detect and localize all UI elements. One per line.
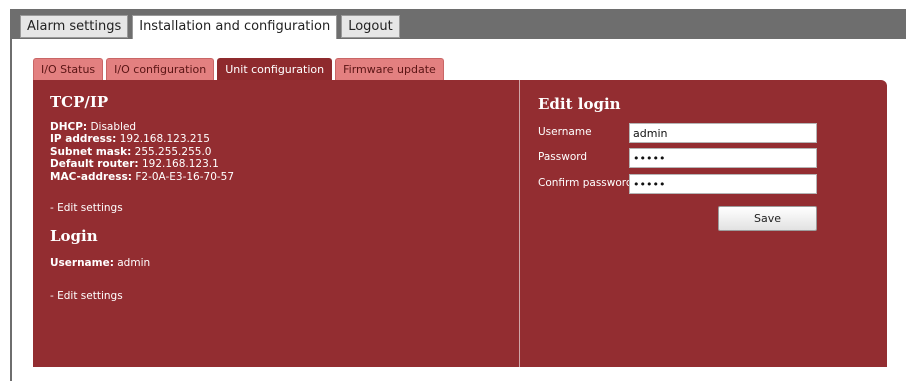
login-info: Username: admin bbox=[50, 257, 510, 269]
login-username-row: Username: admin bbox=[50, 257, 510, 269]
panel-divider bbox=[519, 80, 520, 367]
tcpip-title: TCP/IP bbox=[50, 93, 109, 111]
default-router-value: 192.168.123.1 bbox=[141, 158, 219, 171]
login-title: Login bbox=[50, 227, 98, 246]
login-edit-settings-link[interactable]: - Edit settings bbox=[50, 290, 123, 302]
tab-unit-configuration[interactable]: Unit configuration bbox=[217, 58, 333, 80]
mac-address-row: MAC-address: F2-0A-E3-16-70-57 bbox=[50, 171, 510, 183]
edit-login-form: Edit login Username Password Confirm pas… bbox=[538, 94, 868, 231]
login-username-label: Username: bbox=[50, 257, 114, 270]
tcpip-edit-row: - Edit settings bbox=[50, 196, 510, 215]
subnet-mask-value: 255.255.255.0 bbox=[134, 145, 212, 158]
ip-address-value: 192.168.123.215 bbox=[119, 133, 210, 146]
ip-address-row: IP address: 192.168.123.215 bbox=[50, 133, 510, 145]
dhcp-row: DHCP: Disabled bbox=[50, 121, 510, 133]
tab-firmware-update[interactable]: Firmware update bbox=[335, 58, 444, 80]
tcpip-info: DHCP: Disabled IP address: 192.168.123.2… bbox=[50, 121, 510, 183]
settings-summary: TCP/IP DHCP: Disabled IP address: 192.16… bbox=[50, 92, 510, 303]
tab-installation-and-configuration[interactable]: Installation and configuration bbox=[132, 15, 338, 40]
subnet-mask-label: Subnet mask: bbox=[50, 145, 132, 158]
sub-tabs: I/O Status I/O configuration Unit config… bbox=[33, 58, 444, 80]
login-edit-row: - Edit settings bbox=[50, 284, 510, 303]
username-label: Username bbox=[538, 126, 592, 138]
ip-address-label: IP address: bbox=[50, 133, 117, 146]
edit-login-title: Edit login bbox=[538, 95, 621, 113]
tcpip-edit-settings-link[interactable]: - Edit settings bbox=[50, 202, 123, 214]
password-input[interactable] bbox=[629, 148, 817, 168]
dhcp-value: Disabled bbox=[90, 121, 137, 133]
save-button[interactable]: Save bbox=[718, 206, 817, 231]
password-row: Password bbox=[538, 148, 838, 168]
login-username-value: admin bbox=[117, 257, 151, 270]
mac-address-label: MAC-address: bbox=[50, 170, 132, 183]
default-router-label: Default router: bbox=[50, 158, 139, 171]
tab-alarm-settings[interactable]: Alarm settings bbox=[20, 15, 129, 38]
confirm-password-row: Confirm password bbox=[538, 174, 838, 194]
subnet-mask-row: Subnet mask: 255.255.255.0 bbox=[50, 146, 510, 158]
confirm-password-input[interactable] bbox=[629, 174, 817, 194]
default-router-row: Default router: 192.168.123.1 bbox=[50, 158, 510, 170]
username-input[interactable] bbox=[629, 123, 817, 143]
mac-address-value: F2-0A-E3-16-70-57 bbox=[135, 170, 235, 183]
username-row: Username bbox=[538, 123, 838, 143]
confirm-password-label: Confirm password bbox=[538, 177, 633, 189]
password-label: Password bbox=[538, 151, 588, 163]
dhcp-label: DHCP: bbox=[50, 121, 88, 133]
tab-io-status[interactable]: I/O Status bbox=[33, 58, 104, 80]
tab-logout[interactable]: Logout bbox=[341, 15, 400, 38]
main-tabs: Alarm settings Installation and configur… bbox=[20, 15, 400, 40]
tab-io-configuration[interactable]: I/O configuration bbox=[106, 58, 215, 80]
